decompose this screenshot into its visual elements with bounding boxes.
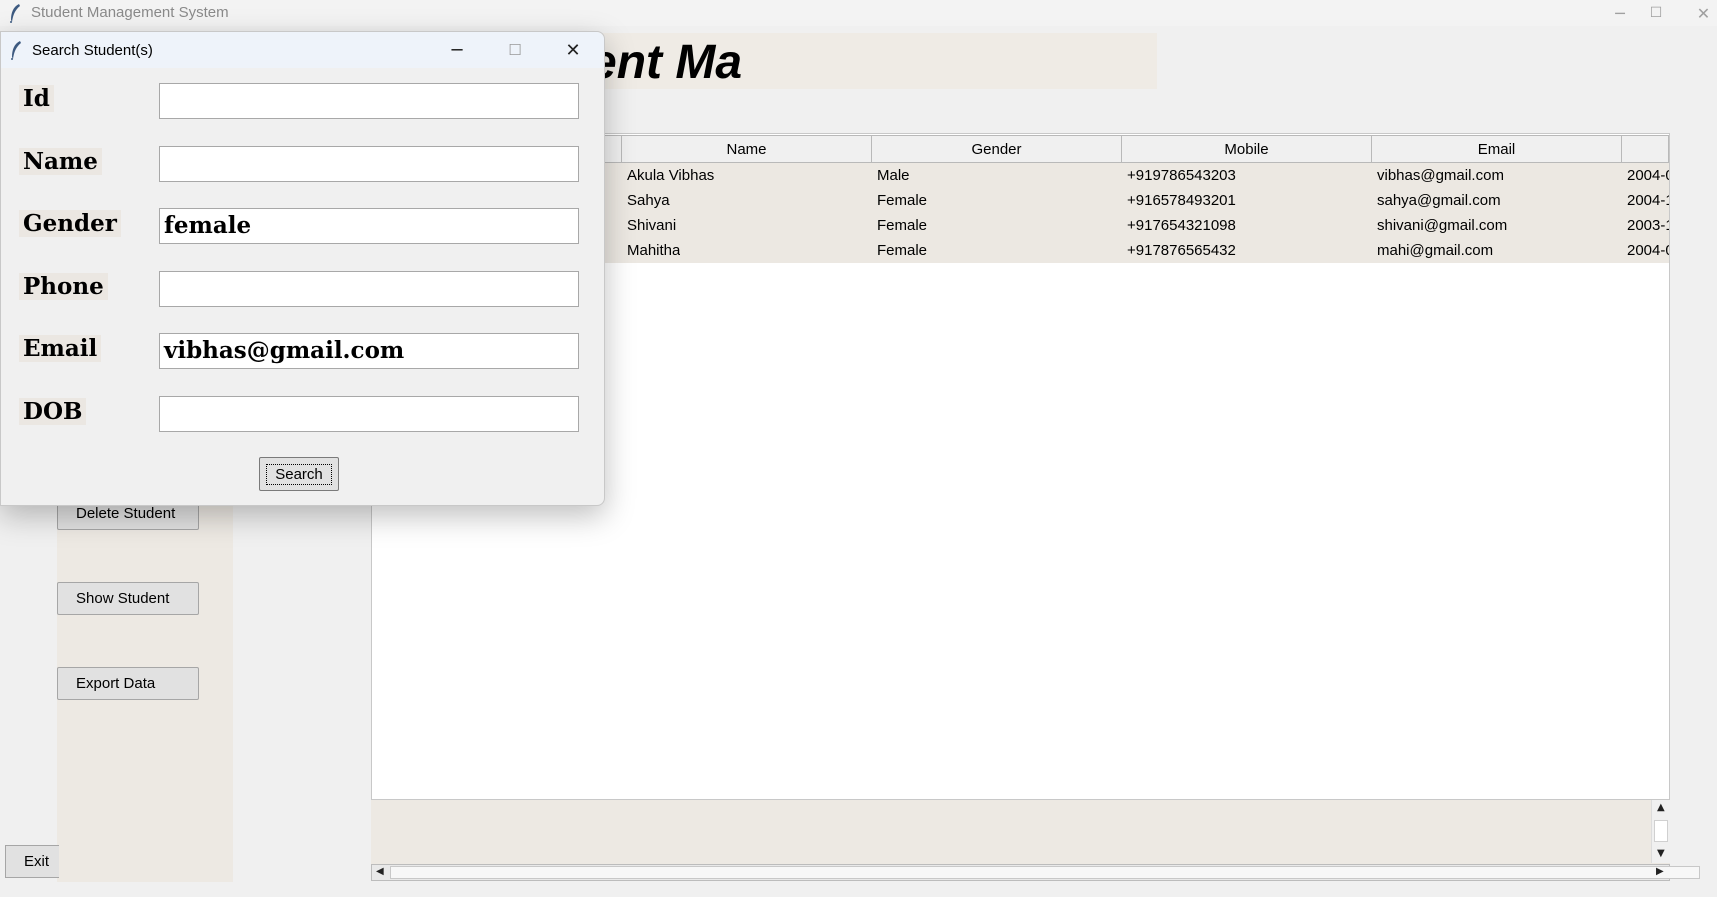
cell-mobile: +916578493201	[1127, 192, 1236, 209]
export-data-button[interactable]: Export Data	[57, 667, 199, 700]
cell-name: Sahya	[627, 192, 670, 209]
cell-dob: 2003-1	[1627, 217, 1669, 234]
scroll-right-icon[interactable]: ▶	[1656, 866, 1664, 877]
cell-email: mahi@gmail.com	[1377, 242, 1494, 259]
column-header-mobile[interactable]: Mobile	[1122, 135, 1372, 163]
horizontal-scroll-thumb[interactable]	[390, 866, 1700, 879]
cell-email: shivani@gmail.com	[1377, 217, 1508, 234]
scroll-down-icon[interactable]: ▼	[1657, 848, 1665, 859]
search-dialog: Search Student(s) ─ ☐ ✕ Id Name Gender f…	[0, 31, 605, 506]
email-label: Email	[19, 335, 102, 362]
search-button[interactable]: Search	[259, 457, 339, 491]
horizontal-scrollbar[interactable]: ◀ ▶	[371, 864, 1700, 881]
main-titlebar: Student Management System ─ ☐ ✕	[0, 0, 1717, 26]
cell-gender: Female	[877, 192, 928, 209]
cell-gender: Female	[877, 242, 928, 259]
dialog-titlebar: Search Student(s) ─ ☐ ✕	[1, 32, 604, 68]
cell-name: Shivani	[627, 217, 677, 234]
maximize-icon[interactable]: ☐	[1634, 0, 1678, 26]
cell-name: Mahitha	[627, 242, 681, 259]
cell-email: vibhas@gmail.com	[1377, 167, 1504, 184]
vertical-scrollbar[interactable]: ▲ ▼	[1651, 800, 1671, 863]
show-student-button[interactable]: Show Student	[57, 582, 199, 615]
maximize-icon: ☐	[508, 41, 522, 59]
cell-gender: Male	[877, 167, 910, 184]
phone-label: Phone	[19, 273, 108, 300]
gender-label: Gender	[19, 210, 121, 237]
minimize-icon[interactable]: ─	[432, 32, 482, 68]
heading-text: ent Ma	[590, 36, 743, 89]
cell-dob: 2004-0	[1627, 167, 1669, 184]
name-field[interactable]	[159, 146, 579, 182]
cell-mobile: +919786543203	[1127, 167, 1236, 184]
cell-mobile: +917876565432	[1127, 242, 1236, 259]
column-header-name[interactable]: Name	[622, 135, 872, 163]
scroll-left-icon[interactable]: ◀	[376, 866, 384, 877]
id-label: Id	[19, 85, 54, 112]
cell-email: sahya@gmail.com	[1377, 192, 1501, 209]
dialog-title: Search Student(s)	[32, 42, 153, 59]
table-footer-area	[371, 800, 1670, 864]
cell-dob: 2004-1	[1627, 192, 1669, 209]
vertical-scroll-thumb[interactable]	[1654, 820, 1668, 842]
exit-button[interactable]: Exit	[5, 845, 59, 878]
scroll-up-icon[interactable]: ▲	[1657, 802, 1665, 813]
app-heading: ent Ma	[560, 33, 1157, 89]
dob-label: DOB	[19, 398, 87, 425]
cell-gender: Female	[877, 217, 928, 234]
column-header-gender[interactable]: Gender	[872, 135, 1122, 163]
id-field[interactable]	[159, 83, 579, 119]
column-header-email[interactable]: Email	[1372, 135, 1622, 163]
feather-icon	[11, 41, 21, 60]
column-header-dob[interactable]	[1622, 135, 1669, 163]
cell-dob: 2004-0	[1627, 242, 1669, 259]
cell-name: Akula Vibhas	[627, 167, 715, 184]
cell-mobile: +917654321098	[1127, 217, 1236, 234]
name-label: Name	[19, 148, 102, 175]
close-icon[interactable]: ✕	[1690, 0, 1717, 26]
dob-field[interactable]	[159, 396, 579, 432]
search-button-label: Search	[266, 463, 332, 485]
gender-field[interactable]: female	[159, 208, 579, 244]
phone-field[interactable]	[159, 271, 579, 307]
main-window-title: Student Management System	[31, 4, 229, 21]
close-icon[interactable]: ✕	[548, 32, 598, 68]
email-field[interactable]: vibhas@gmail.com	[159, 333, 579, 369]
feather-icon	[10, 4, 20, 23]
